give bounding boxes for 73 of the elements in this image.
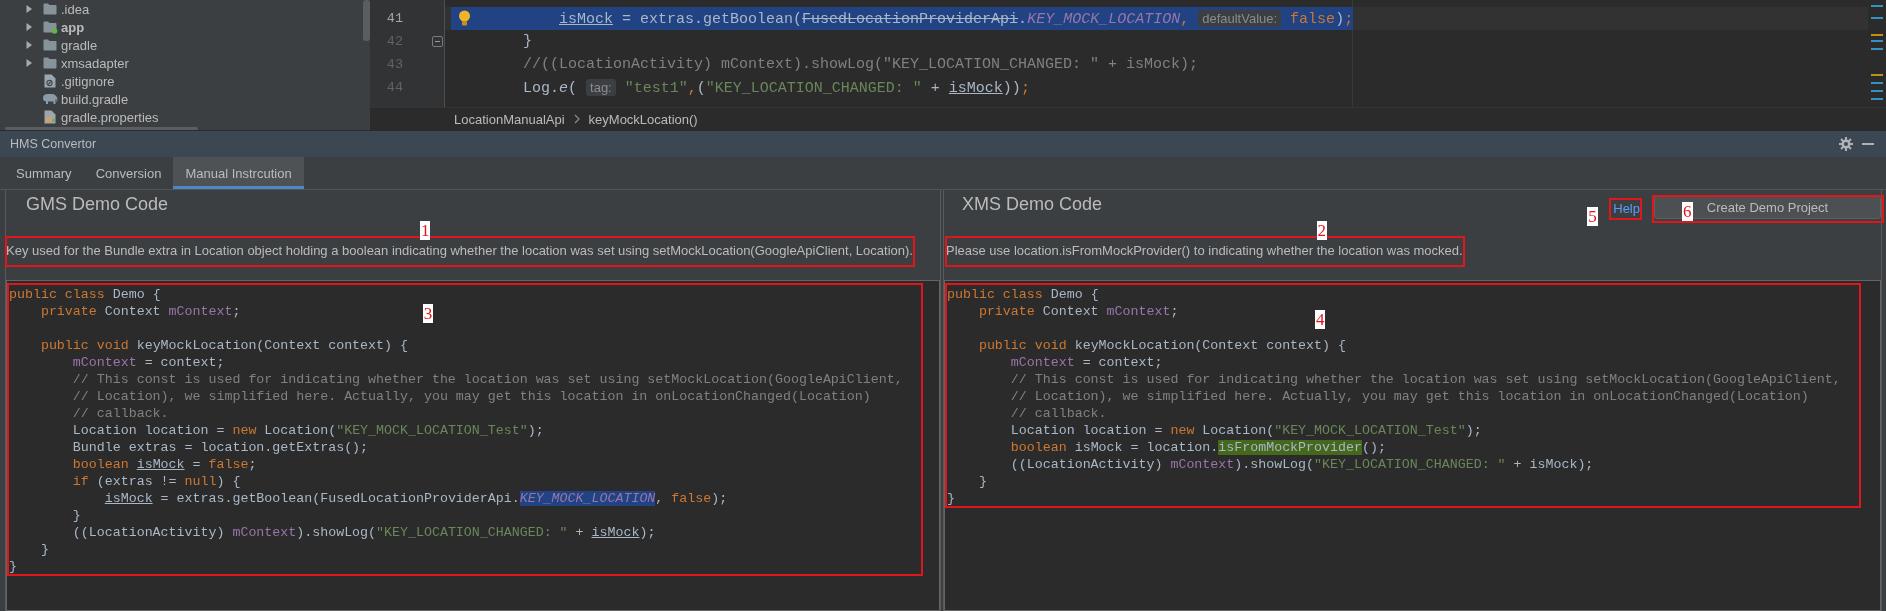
tool-window-title: HMS Convertor [10,137,97,151]
triangle-icon[interactable] [24,40,34,50]
tab[interactable]: Conversion [83,157,174,189]
code-line: } [72,507,81,524]
code-line: // This const is used for indicating whether the location was set using setMockLocation(GoogleApiClient, [1010,371,1841,388]
code-line: Log.e( tag: "test1",("KEY_LOCATION_CHANGED: " + isMock)); [523,78,1030,99]
file-icon [44,74,56,88]
code-line: ((LocationActivity) mContext).showLog("KEY_LOCATION_CHANGED: " + isMock); [72,524,656,541]
code-line: // callback. [1010,405,1107,422]
lightbulb-icon[interactable] [458,10,471,26]
folder-icon [43,39,57,51]
chevron-icon [573,114,580,124]
triangle-icon[interactable] [24,22,34,32]
help-link[interactable]: Help [1613,200,1640,216]
tree-item[interactable]: .gitignore [61,73,115,89]
code-line: private Context mContext; [40,303,241,320]
code-line: public class Demo { [947,286,1099,303]
annotation-number: 4 [1314,310,1326,329]
fold-marker-icon[interactable] [432,36,443,47]
code-line: mContext = context; [1010,354,1163,371]
breadcrumb[interactable]: keyMockLocation() [588,111,698,127]
tab[interactable]: Manual Instrcution [173,157,304,189]
code-line: isMock = extras.getBoolean(FusedLocationProviderApi.KEY_MOCK_LOCATION, false); [104,490,728,507]
code-line: } [978,473,987,490]
annotation-number: 3 [422,304,434,323]
annotation-number: 1 [419,220,431,240]
tree-item[interactable]: gradle.properties [61,109,159,125]
description-text: Key used for the Bundle extra in Location object holding a boolean indicating whether the location was set using setMockLocation(GoogleApiClient, Location). [6,242,913,258]
code-line: Location location = new Location("KEY_MOCK_LOCATION_Test"); [1010,422,1482,439]
annotation-frame [1609,197,1642,220]
code-line: // callback. [72,405,169,422]
code-line: public class Demo { [9,286,161,303]
code-line: Bundle extras = location.getExtras(); [72,439,369,456]
tree-item[interactable]: build.gradle [61,91,129,107]
code-line: } [523,32,532,52]
code-line: Location location = new Location("KEY_MOCK_LOCATION_Test"); [72,422,544,439]
annotation-number: 5 [1587,206,1598,226]
code-line: mContext = context; [72,354,225,371]
code-line: ((LocationActivity) mContext).showLog("KEY_LOCATION_CHANGED: " + isMock); [1010,456,1594,473]
code-line: public void keyMockLocation(Context context) { [978,337,1346,354]
code-line: boolean isMock = false; [72,456,257,473]
code-line: } [40,541,49,558]
annotation-number: 6 [1682,202,1693,221]
code-line: public void keyMockLocation(Context context) { [40,337,408,354]
tree-item[interactable]: gradle [61,37,98,53]
code-line: boolean isMock = location.isFromMockProvider(); [1010,439,1386,456]
file-icon [44,110,56,124]
description-text: Please use location.isFromMockProvider() to indicating whether the location was mocked. [946,242,1463,258]
elephant-icon [42,93,58,105]
tree-item[interactable]: xmsadapter [61,55,129,71]
breadcrumb[interactable]: LocationManualApi [454,111,565,127]
triangle-icon[interactable] [24,58,34,68]
panel-title: XMS Demo Code [962,193,1103,215]
triangle-icon[interactable] [24,4,34,14]
folder-icon [43,3,57,15]
tab[interactable]: Summary [4,157,84,189]
line-number: 41 [386,11,403,26]
folder-icon [43,57,57,69]
scrollbar-thumb[interactable] [363,0,370,41]
code-line: } [947,490,955,507]
annotation-number: 2 [1316,220,1328,240]
code-line: if (extras != null) { [72,473,241,490]
code-line: } [9,558,17,575]
settings-icon[interactable] [1839,137,1853,151]
code-line: private Context mContext; [978,303,1179,320]
code-line: // Location), we simplified here. Actually, you may get this location in onLocationChanged(Location) [72,388,871,405]
tree-item[interactable]: .idea [61,1,90,17]
code-line: // This const is used for indicating whether the location was set using setMockLocation(GoogleApiClient, [72,371,903,388]
code-line: // Location), we simplified here. Actually, you may get this location in onLocationChanged(Location) [1010,388,1809,405]
panel-title: GMS Demo Code [26,193,169,215]
folder-icon [42,20,58,34]
tree-item[interactable]: app [61,19,85,35]
code-line: //((LocationActivity) mContext).showLog("KEY_LOCATION_CHANGED: " + isMock); [523,55,1199,75]
